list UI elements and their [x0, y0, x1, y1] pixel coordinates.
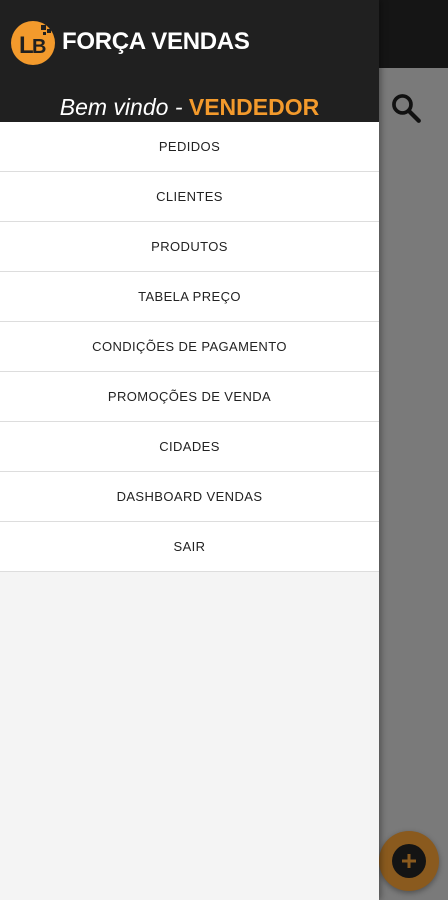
app-screen: L B FORÇA VENDAS Bem vindo - VENDEDOR PE… — [0, 0, 448, 900]
lb-logo-icon: L B — [11, 21, 55, 65]
app-title: FORÇA VENDAS — [62, 28, 250, 55]
menu-item-cidades[interactable]: CIDADES — [0, 422, 379, 472]
menu-item-sair[interactable]: SAIR — [0, 522, 379, 572]
svg-text:B: B — [32, 36, 46, 58]
menu-item-produtos[interactable]: PRODUTOS — [0, 222, 379, 272]
search-icon — [392, 94, 421, 123]
navigation-drawer: L B FORÇA VENDAS Bem vindo - VENDEDOR PE… — [0, 0, 379, 900]
welcome-separator: - — [174, 94, 183, 120]
menu-item-pedidos[interactable]: PEDIDOS — [0, 122, 379, 172]
drawer-menu: PEDIDOS CLIENTES PRODUTOS TABELA PREÇO C… — [0, 122, 379, 572]
menu-item-clientes[interactable]: CLIENTES — [0, 172, 379, 222]
menu-item-dashboard-vendas[interactable]: DASHBOARD VENDAS — [0, 472, 379, 522]
plus-icon — [392, 844, 426, 878]
menu-item-condicoes-pagamento[interactable]: CONDIÇÕES DE PAGAMENTO — [0, 322, 379, 372]
menu-item-tabela-preco[interactable]: TABELA PREÇO — [0, 272, 379, 322]
search-button[interactable] — [382, 84, 430, 132]
welcome-message: Bem vindo - VENDEDOR — [0, 94, 379, 121]
add-button[interactable] — [379, 831, 439, 891]
welcome-text: Bem vindo — [59, 94, 169, 120]
user-role: VENDEDOR — [188, 94, 320, 120]
menu-item-promocoes-venda[interactable]: PROMOÇÕES DE VENDA — [0, 372, 379, 422]
drawer-header: L B FORÇA VENDAS Bem vindo - VENDEDOR — [0, 0, 379, 122]
